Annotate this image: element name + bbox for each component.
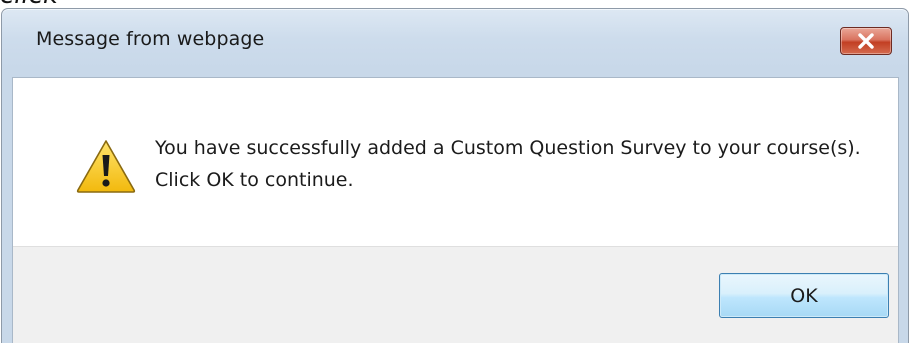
- close-icon: [858, 33, 874, 49]
- message-dialog: Message from webpage You have successful…: [1, 8, 909, 343]
- dialog-footer: OK: [13, 246, 898, 343]
- dialog-content: You have successfully added a Custom Que…: [12, 77, 899, 343]
- dialog-title: Message from webpage: [36, 28, 265, 50]
- close-button[interactable]: [840, 27, 892, 55]
- warning-icon: [76, 140, 136, 193]
- dialog-message: You have successfully added a Custom Que…: [155, 137, 861, 191]
- screen: click Message from webpage You ha: [0, 0, 911, 343]
- ok-button[interactable]: OK: [719, 273, 889, 318]
